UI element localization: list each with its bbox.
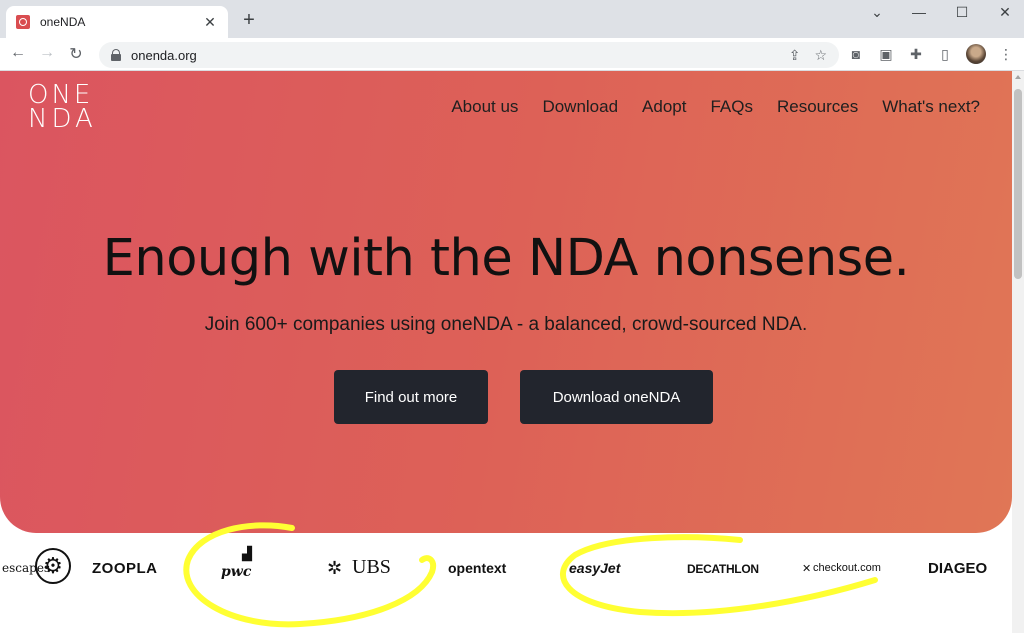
nav-whats-next[interactable]: What's next? (882, 97, 980, 117)
ubs-keys-icon: ✲ (327, 558, 343, 578)
nav-faqs[interactable]: FAQs (710, 97, 753, 117)
nav-about-us[interactable]: About us (451, 97, 518, 117)
bookmark-star-icon[interactable]: ☆ (814, 47, 827, 64)
company-logo-easyjet: easyJet (569, 560, 621, 576)
menu-kebab-icon[interactable]: ⋮ (997, 46, 1015, 63)
hero-subline: Join 600+ companies using oneNDA - a bal… (204, 314, 808, 335)
close-window-icon[interactable]: ✕ (990, 4, 1020, 21)
company-logo-opentext: opentext (448, 560, 507, 576)
browser-tab-bar: oneNDA ✕ + ⌄ — ☐ ✕ (0, 0, 1024, 38)
company-logo-pwc: pwc (221, 564, 252, 580)
nav-download[interactable]: Download (542, 97, 618, 117)
onenda-favicon-icon (16, 15, 30, 29)
scroll-up-icon[interactable] (1015, 75, 1021, 79)
minimize-icon[interactable]: — (904, 4, 934, 20)
lock-icon[interactable] (111, 49, 121, 61)
nav-adopt[interactable]: Adopt (642, 97, 686, 117)
puzzle-icon[interactable]: ✚ (907, 46, 925, 63)
side-panel-icon[interactable]: ▯ (936, 46, 954, 63)
page-viewport: ONE NDA About us Download Adopt FAQs Res… (0, 71, 1012, 633)
url-text[interactable]: onenda.org (131, 48, 775, 63)
close-tab-icon[interactable]: ✕ (202, 14, 218, 31)
tab-title: oneNDA (40, 15, 86, 29)
company-logo-zoopla: ZOOPLA (92, 560, 158, 577)
nav-resources[interactable]: Resources (777, 97, 858, 117)
company-logo-decathlon: DECATHLON (687, 562, 759, 576)
browser-toolbar: ← → ↻ onenda.org ⇪ ☆ ◙ ▣ ✚ ▯ ⋮ (0, 38, 1024, 71)
share-icon[interactable]: ⇪ (789, 47, 801, 64)
extension-icon[interactable]: ▣ (877, 46, 895, 63)
back-icon[interactable]: ← (8, 44, 28, 62)
company-logo-checkout: checkout.com (813, 562, 881, 574)
download-onenda-button[interactable]: Download oneNDA (520, 370, 713, 424)
checkout-mark-icon: ✕ (802, 563, 812, 575)
camera-icon[interactable]: ◙ (847, 46, 865, 62)
site-logo[interactable]: ONE NDA (28, 82, 97, 134)
reload-icon[interactable]: ↻ (66, 44, 86, 64)
company-logo-diageo: DIAGEO (928, 560, 988, 577)
browser-tab[interactable]: oneNDA ✕ (6, 6, 228, 38)
hero-section: ONE NDA About us Download Adopt FAQs Res… (0, 71, 1012, 533)
pwc-mark-icon: ▟ (242, 546, 252, 561)
address-bar[interactable]: onenda.org ⇪ ☆ (99, 42, 839, 68)
forward-icon[interactable]: → (37, 44, 57, 62)
find-out-more-button[interactable]: Find out more (334, 370, 488, 424)
maximize-icon[interactable]: ☐ (947, 4, 977, 21)
gear-icon: ⚙ (35, 548, 71, 584)
main-nav: About us Download Adopt FAQs Resources W… (451, 97, 980, 117)
profile-avatar[interactable] (966, 44, 986, 64)
page-scrollbar[interactable] (1012, 71, 1024, 633)
tab-search-icon[interactable]: ⌄ (862, 4, 892, 21)
company-logos-strip: escapes ⚙ ZOOPLA pwc ▟ ✲ UBS opentext ea… (0, 546, 1012, 596)
hero-headline: Enough with the NDA nonsense. (102, 229, 910, 288)
company-logo-ubs: UBS (352, 556, 391, 578)
scrollbar-thumb[interactable] (1014, 89, 1022, 279)
logo-line-2: NDA (28, 104, 97, 134)
new-tab-icon[interactable]: + (238, 10, 260, 30)
